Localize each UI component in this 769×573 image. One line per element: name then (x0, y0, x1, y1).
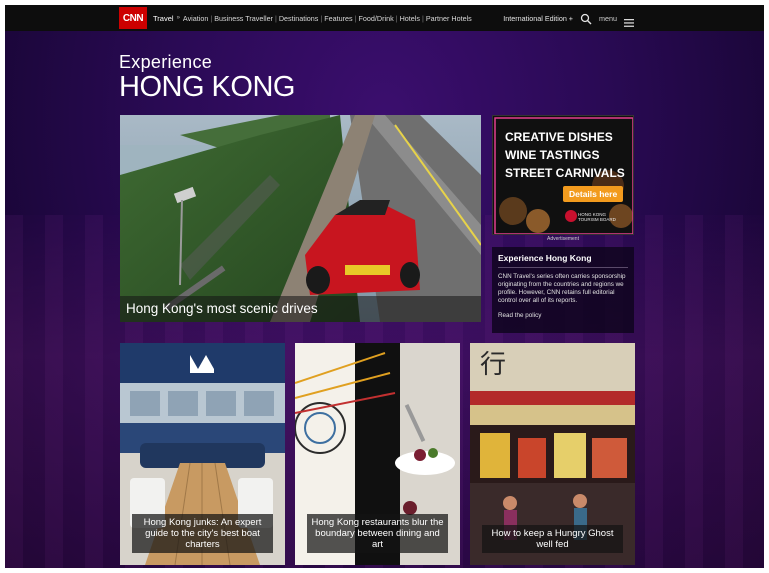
search-icon[interactable] (580, 12, 592, 25)
nav-link-partner-hotels[interactable]: Partner Hotels (426, 14, 472, 23)
page-title-small: Experience (119, 52, 213, 72)
nav-link-business-traveller[interactable]: Business Traveller (214, 14, 273, 23)
hamburger-menu-icon[interactable] (624, 14, 634, 27)
ad-brand: HONG KONG TOURISM BOARD (578, 212, 616, 222)
nav-link-aviation[interactable]: Aviation (183, 14, 208, 23)
nav-link-food-drink[interactable]: Food/Drink (359, 14, 394, 23)
ad-details-button[interactable]: Details here (563, 186, 624, 202)
ad-line-3: STREET CARNIVALS (505, 166, 625, 180)
hktb-flower-icon (565, 210, 577, 222)
sponsor-body: CNN Travel's series often carries sponso… (498, 273, 626, 304)
nav-separator: | (274, 13, 277, 23)
svg-text:行: 行 (480, 350, 506, 380)
advertisement-banner[interactable]: CREATIVE DISHES WINE TASTINGS STREET CAR… (492, 115, 634, 235)
story-card-hungry-ghost[interactable]: 行 How to keep a Hungry Ghost well fed (470, 343, 635, 565)
nav-separator: | (395, 13, 398, 23)
nav-right-group: International Edition + menu (503, 5, 634, 31)
nav-section-travel[interactable]: Travel (153, 14, 174, 23)
ad-line-2: WINE TASTINGS (505, 148, 600, 162)
nav-links: Aviation | Business Traveller | Destinat… (183, 14, 472, 23)
page-title-big: HONG KONG (119, 71, 295, 103)
card-caption[interactable]: Hong Kong junks: An expert guide to the … (132, 514, 273, 553)
read-policy-link[interactable]: Read the policy (498, 312, 628, 319)
story-card-restaurants[interactable]: Hong Kong restaurants blur the boundary … (295, 343, 460, 565)
nav-link-hotels[interactable]: Hotels (400, 14, 420, 23)
menu-label[interactable]: menu (599, 14, 617, 23)
card-caption[interactable]: How to keep a Hungry Ghost well fed (482, 525, 623, 553)
cnn-logo[interactable]: CNN (119, 7, 147, 29)
page-title: Experience HONG KONG (119, 52, 295, 102)
ad-line-1: CREATIVE DISHES (505, 130, 613, 144)
card-caption[interactable]: Hong Kong restaurants blur the boundary … (307, 514, 448, 553)
sponsor-info-box: Experience Hong Kong CNN Travel's series… (492, 247, 634, 333)
advertisement-label: Advertisement (547, 236, 579, 242)
top-nav-bar: CNN Travel » Aviation | Business Travell… (5, 5, 764, 31)
hero-story[interactable]: Hong Kong's most scenic drives (120, 115, 481, 322)
ad-headline: CREATIVE DISHES WINE TASTINGS STREET CAR… (505, 128, 625, 182)
story-card-junks[interactable]: Hong Kong junks: An expert guide to the … (120, 343, 285, 565)
nav-separator: | (354, 13, 357, 23)
chevron-right-icon: » (176, 15, 180, 21)
nav-separator: | (421, 13, 424, 23)
nav-link-features[interactable]: Features (324, 14, 352, 23)
divider (498, 267, 628, 268)
hero-image (120, 115, 481, 322)
nav-link-destinations[interactable]: Destinations (279, 14, 319, 23)
nav-separator: | (320, 13, 323, 23)
sponsor-title: Experience Hong Kong (498, 253, 592, 263)
hero-caption[interactable]: Hong Kong's most scenic drives (120, 296, 481, 322)
page-frame: CNN Travel » Aviation | Business Travell… (5, 5, 764, 568)
nav-separator: | (210, 13, 213, 23)
edition-selector[interactable]: International Edition + (503, 14, 573, 23)
